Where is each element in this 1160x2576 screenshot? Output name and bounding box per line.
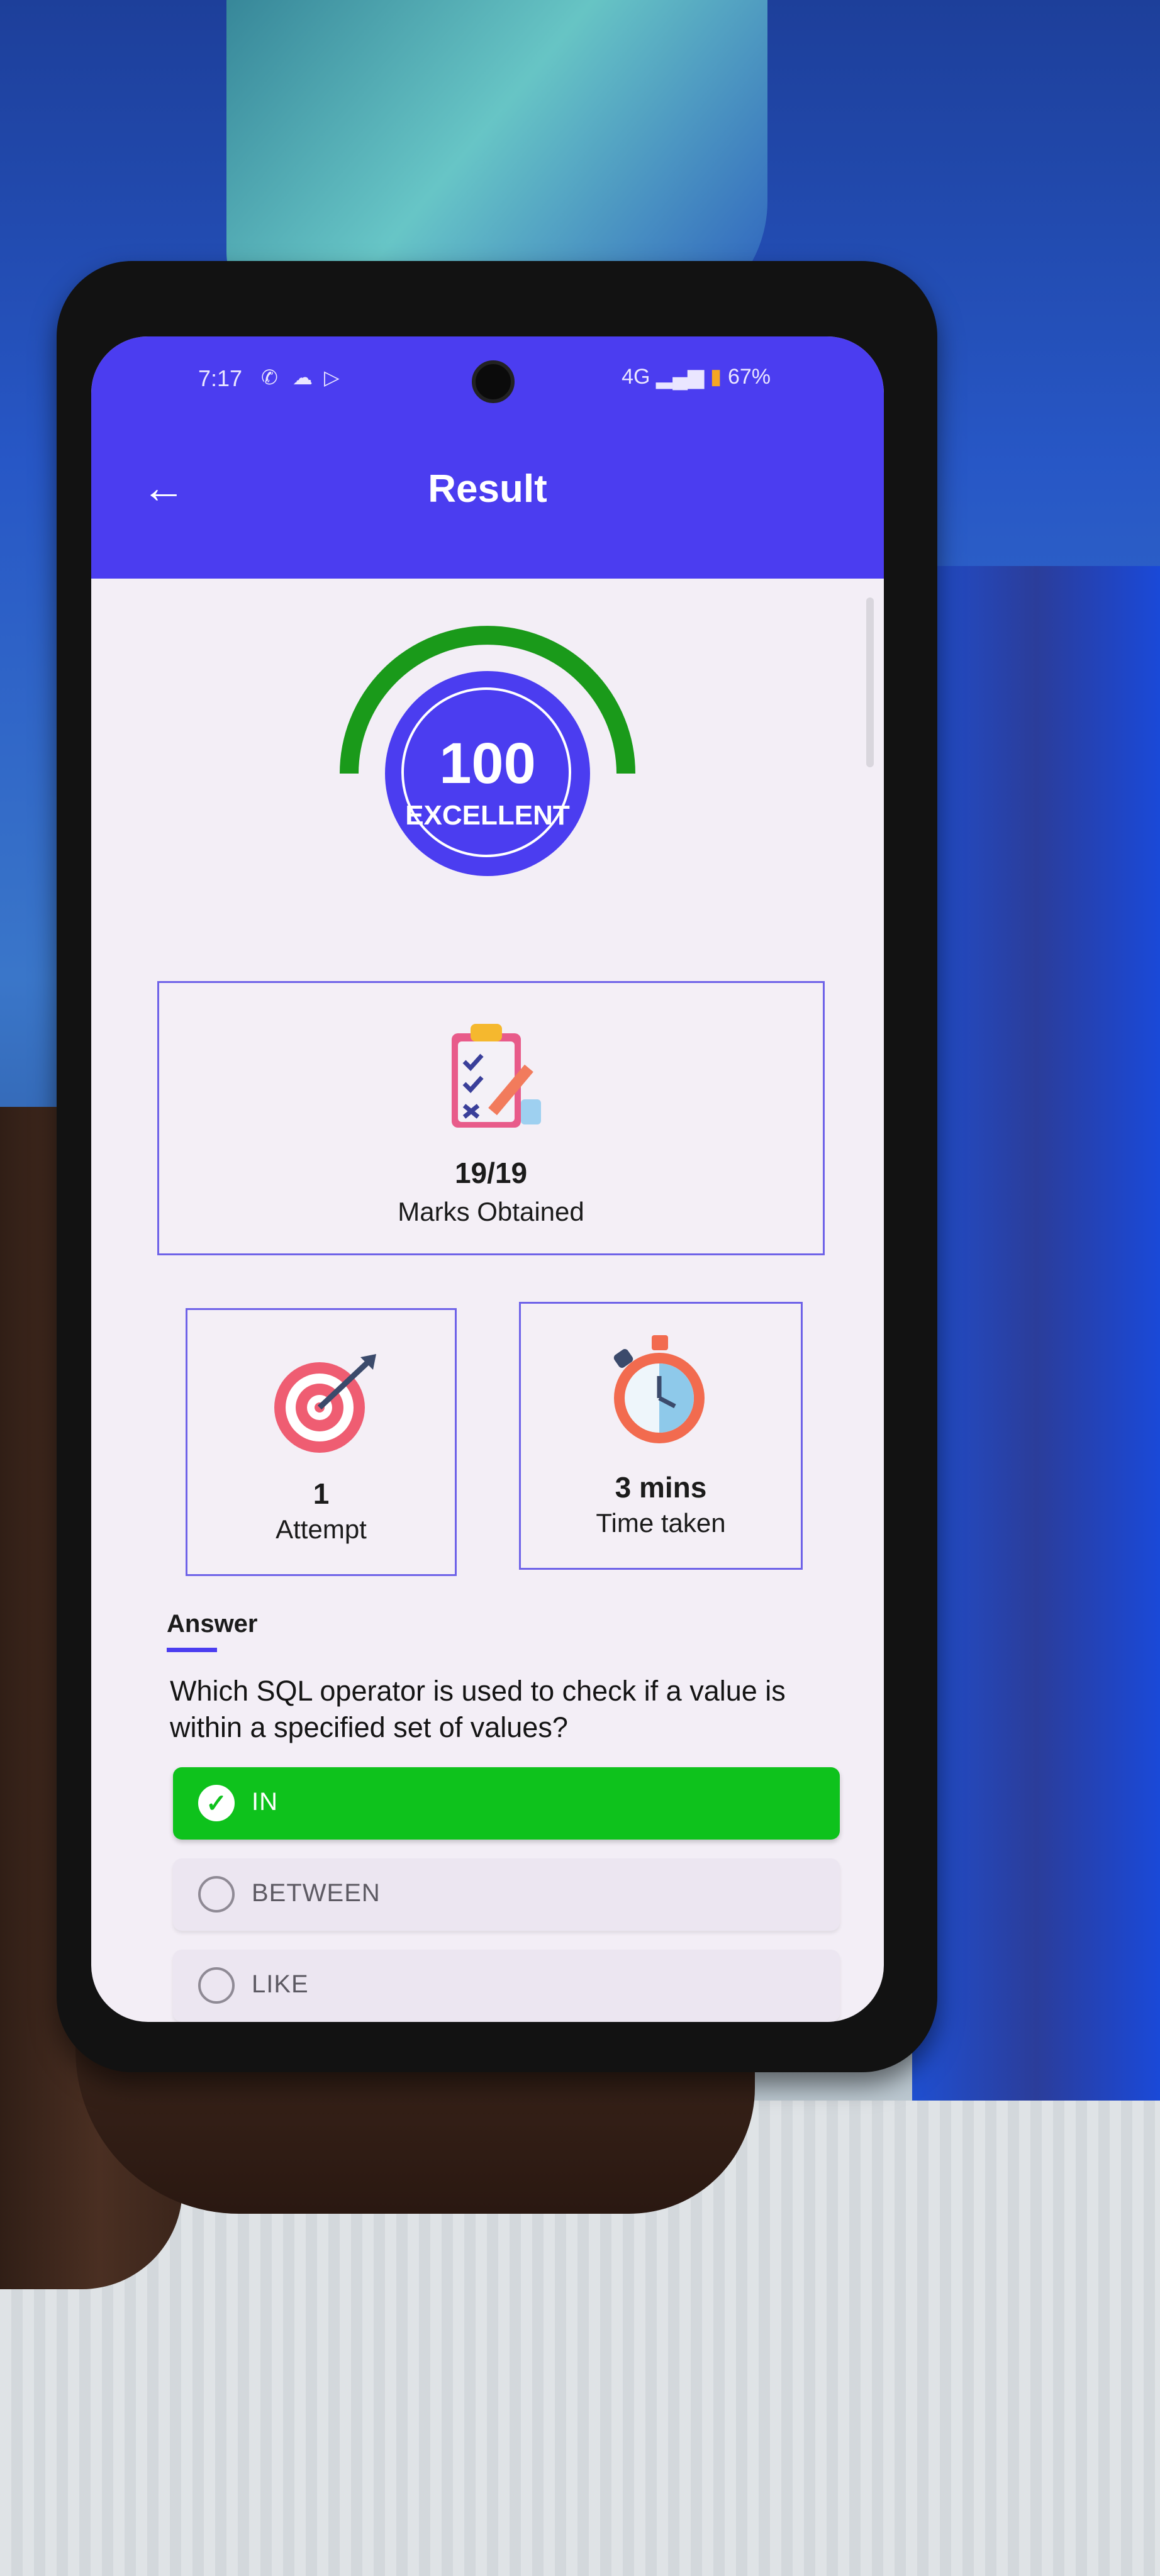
radio-icon (198, 1967, 235, 2004)
signal-icon: ▂▄▆ (655, 365, 705, 389)
option-like[interactable]: LIKE (173, 1950, 840, 2022)
time-label: Time taken (596, 1508, 726, 1538)
score-value: 100 (439, 731, 536, 796)
option-label: IN (252, 1788, 278, 1816)
phone-screen: 7:17 ✆ ☁ ▷ 4G ▂▄▆ ▮ 67% ← Result 100 EXC… (91, 336, 884, 2022)
score-grade: EXCELLENT (405, 800, 570, 831)
option-in[interactable]: IN (173, 1767, 840, 1840)
score-gauge: 100 EXCELLENT (337, 623, 639, 924)
app-bar: ← Result (91, 409, 884, 579)
attempt-value: 1 (313, 1477, 330, 1510)
time-value: 3 mins (615, 1471, 707, 1504)
marks-card: 19/19 Marks Obtained (157, 981, 825, 1255)
target-icon (274, 1354, 376, 1453)
question-text: Which SQL operator is used to check if a… (170, 1675, 786, 1743)
background-fabric-right (912, 566, 1160, 2138)
option-label: BETWEEN (252, 1879, 381, 1907)
status-right: 4G ▂▄▆ ▮ 67% (622, 364, 771, 389)
marks-label: Marks Obtained (398, 1197, 584, 1226)
page-title: Result (428, 467, 547, 511)
attempt-card: 1 Attempt (186, 1308, 457, 1576)
marks-value: 19/19 (454, 1157, 528, 1189)
option-between[interactable]: BETWEEN (173, 1858, 840, 1931)
phone: 7:17 ✆ ☁ ▷ 4G ▂▄▆ ▮ 67% ← Result 100 EXC… (57, 261, 937, 2072)
whatsapp-icon: ✆ (261, 366, 278, 389)
network-label: 4G (622, 365, 650, 389)
battery-level: 67% (727, 365, 771, 389)
radio-icon (198, 1876, 235, 1913)
clipboard-checklist-icon (452, 1024, 541, 1128)
stopwatch-icon (613, 1335, 705, 1443)
answer-tab-indicator (167, 1648, 217, 1652)
time-card: 3 mins Time taken (519, 1302, 803, 1570)
status-time: 7:17 (198, 365, 243, 391)
play-icon: ▷ (324, 366, 340, 389)
camera-cutout (472, 360, 515, 403)
answer-tab[interactable]: Answer (167, 1610, 258, 1638)
cloud-icon: ☁ (293, 366, 313, 389)
result-content[interactable]: 100 EXCELLENT 19/19 Marks Obtained 1 Att… (91, 579, 884, 2022)
scrollbar[interactable] (866, 597, 874, 767)
status-bar: 7:17 ✆ ☁ ▷ 4G ▂▄▆ ▮ 67% (91, 336, 884, 409)
battery-icon: ▮ (710, 365, 722, 389)
radio-checked-icon (198, 1785, 235, 1821)
option-label: LIKE (252, 1970, 309, 1998)
attempt-label: Attempt (276, 1514, 367, 1544)
score-circle: 100 EXCELLENT (385, 671, 590, 876)
